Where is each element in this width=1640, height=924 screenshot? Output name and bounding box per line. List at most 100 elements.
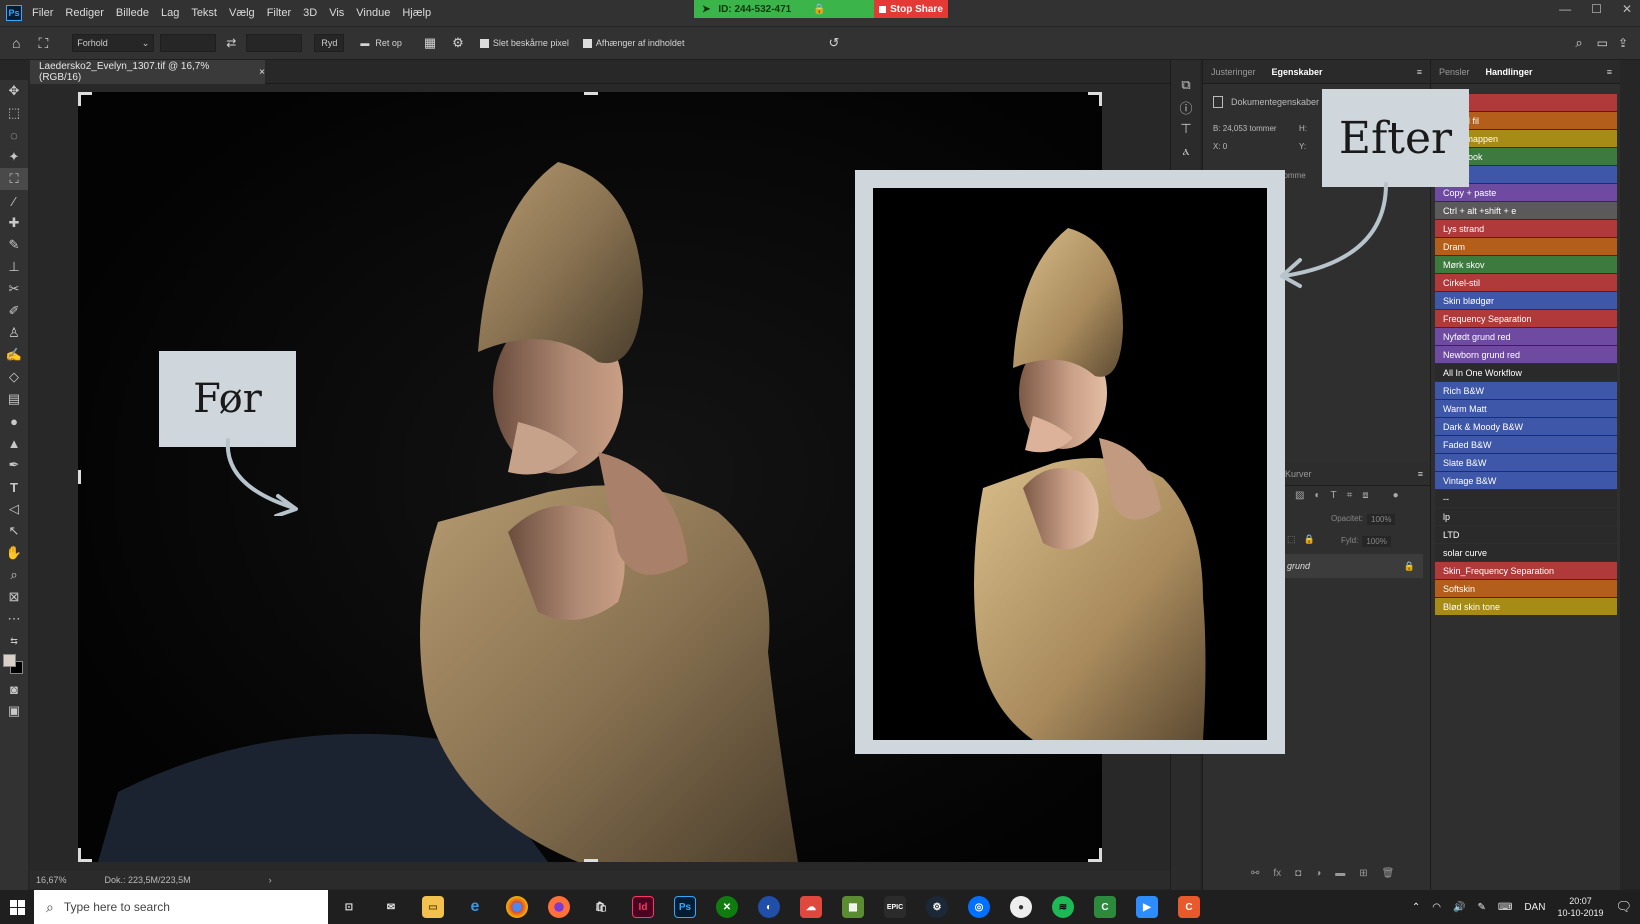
new-adjustment-icon[interactable]: ◑ (1315, 868, 1321, 879)
crop-handle-bottom-left[interactable] (78, 848, 92, 862)
history-panel-icon[interactable]: ⧉ (1171, 74, 1201, 96)
overlay-grid-icon[interactable]: ▦ (424, 35, 436, 51)
filter-smart-icon[interactable]: ⧈ (1362, 490, 1368, 501)
app-white-icon[interactable]: ● (1010, 896, 1032, 918)
filter-adjust-icon[interactable]: ◐ (1314, 490, 1320, 501)
width-value[interactable]: B: 24,053 tommer (1213, 124, 1277, 133)
action-item[interactable]: Ctrl + alt +shift + e (1435, 202, 1617, 219)
panel-menu-icon[interactable]: ≡ (1417, 67, 1422, 77)
healing-tool-icon[interactable]: ✚ (0, 212, 28, 234)
menu-3d[interactable]: 3D (303, 7, 317, 19)
menu-lag[interactable]: Lag (161, 7, 179, 19)
filter-shape-icon[interactable]: ⌗ (1347, 490, 1353, 501)
tab-pensler[interactable]: Pensler (1439, 67, 1470, 77)
stop-share-button[interactable]: Stop Share (874, 0, 948, 18)
crop-handle-top[interactable] (584, 92, 598, 95)
store-icon[interactable]: 🛍 (590, 896, 612, 918)
pen-icon[interactable]: ✎ (1477, 902, 1485, 913)
filter-image-icon[interactable]: ▨ (1295, 490, 1304, 501)
character-panel-icon[interactable]: ⊤ (1171, 118, 1201, 140)
quick-mask-icon[interactable]: ◙ (0, 678, 28, 700)
fill-input[interactable]: 100% (1362, 536, 1391, 547)
workspace-icon[interactable]: ▭ (1597, 36, 1608, 50)
app-blue-icon[interactable]: ◐ (758, 896, 780, 918)
status-chevron-icon[interactable]: › (269, 875, 272, 885)
screen-mode-icon[interactable]: ▣ (0, 700, 28, 722)
start-button[interactable] (0, 890, 34, 924)
menu-tekst[interactable]: Tekst (191, 7, 217, 19)
reset-icon[interactable]: ↺ (828, 35, 839, 51)
menu-filer[interactable]: Filer (32, 7, 53, 19)
content-aware-checkbox[interactable] (582, 38, 592, 48)
close-icon[interactable]: ✕ (1622, 2, 1632, 16)
swap-icon[interactable]: ⇄ (226, 36, 236, 50)
action-item[interactable]: Vintage B&W (1435, 472, 1617, 489)
spotify-icon[interactable]: ≋ (1052, 896, 1074, 918)
ratio-width-input[interactable] (160, 34, 217, 52)
clear-button[interactable]: Ryd (314, 34, 345, 52)
task-view-icon[interactable]: ⊡ (338, 896, 360, 918)
tab-kurver[interactable]: Kurver (1285, 469, 1312, 479)
action-item[interactable]: solar curve (1435, 544, 1617, 561)
action-item[interactable]: Dram (1435, 238, 1617, 255)
gradient-tool-icon[interactable]: ▤ (0, 388, 28, 410)
hand-tool-icon[interactable]: ✋ (0, 542, 28, 564)
edge-icon[interactable]: e (464, 896, 486, 918)
action-item[interactable]: Nyfødt grund red (1435, 328, 1617, 345)
mixer-brush-tool-icon[interactable]: ✐ (0, 300, 28, 322)
new-layer-icon[interactable]: ⊞ (1359, 868, 1367, 879)
history-brush-tool-icon[interactable]: ✂ (0, 278, 28, 300)
search-icon[interactable]: ⌕ (1575, 35, 1582, 51)
language-indicator[interactable]: DAN (1524, 902, 1545, 913)
menu-vaelg[interactable]: Vælg (229, 7, 255, 19)
tab-egenskaber[interactable]: Egenskaber (1272, 67, 1323, 77)
paragraph-panel-icon[interactable]: ⲁ (1171, 140, 1201, 162)
file-explorer-icon[interactable]: ▭ (422, 896, 444, 918)
crop-handle-top-left[interactable] (78, 92, 92, 106)
firefox-icon[interactable] (548, 896, 570, 918)
action-item[interactable]: Blød skin tone (1435, 598, 1617, 615)
zoom-app-icon[interactable]: ▶ (1136, 896, 1158, 918)
photoshop-logo-icon[interactable]: Ps (6, 5, 22, 21)
magic-wand-tool-icon[interactable]: ✦ (0, 146, 28, 168)
marquee-tool-icon[interactable]: ⬚ (0, 102, 28, 124)
ratio-select[interactable]: Forhold ⌄ (72, 34, 155, 52)
zoom-level[interactable]: 16,67% (36, 875, 67, 885)
action-item[interactable]: Softskin (1435, 580, 1617, 597)
action-item[interactable]: Slate B&W (1435, 454, 1617, 471)
path-tool-icon[interactable]: ◁ (0, 498, 28, 520)
clock[interactable]: 20:07 10-10-2019 (1557, 895, 1603, 919)
menu-billede[interactable]: Billede (116, 7, 149, 19)
camtasia-icon[interactable]: C (1094, 896, 1116, 918)
opacity-input[interactable]: 100% (1367, 514, 1396, 525)
frame-tool-icon[interactable]: ⊠ (0, 586, 28, 608)
foreground-color[interactable] (3, 654, 16, 667)
action-item[interactable]: Skin blødgør (1435, 292, 1617, 309)
close-tab-icon[interactable]: × (259, 67, 265, 78)
eraser-tool-icon[interactable]: ◇ (0, 366, 28, 388)
brush-tool-icon[interactable]: ✎ (0, 234, 28, 256)
action-item[interactable]: Newborn grund red (1435, 346, 1617, 363)
settings-gear-icon[interactable]: ⚙ (452, 35, 464, 51)
tray-chevron-icon[interactable]: ⌃ (1412, 902, 1420, 913)
actions-menu-icon[interactable]: ≡ (1607, 67, 1612, 77)
type-tool-icon[interactable]: T (0, 476, 28, 498)
action-item[interactable]: Lys strand (1435, 220, 1617, 237)
x-value[interactable]: X: 0 (1213, 142, 1227, 151)
action-item[interactable]: LTD (1435, 526, 1617, 543)
action-item[interactable]: Mørk skov (1435, 256, 1617, 273)
sharpen-tool-icon[interactable]: ▲ (0, 432, 28, 454)
delete-cropped-checkbox[interactable] (479, 38, 489, 48)
chrome-icon[interactable] (506, 896, 528, 918)
steam-icon[interactable]: ⚙ (926, 896, 948, 918)
tab-justeringer[interactable]: Justeringer (1211, 67, 1256, 77)
creative-cloud-icon[interactable]: ☁ (800, 896, 822, 918)
crop-tool-icon[interactable]: ⛶ (0, 168, 28, 190)
taskbar-search-input[interactable]: ⌕ Type here to search (34, 890, 328, 924)
lasso-tool-icon[interactable]: ◌ (0, 124, 28, 146)
crop-handle-bottom-right[interactable] (1088, 848, 1102, 862)
crop-tool-icon[interactable]: ⛶ (38, 35, 48, 52)
maximize-icon[interactable]: ☐ (1591, 2, 1602, 16)
add-mask-icon[interactable]: ◘ (1295, 868, 1301, 879)
action-item[interactable]: lp (1435, 508, 1617, 525)
